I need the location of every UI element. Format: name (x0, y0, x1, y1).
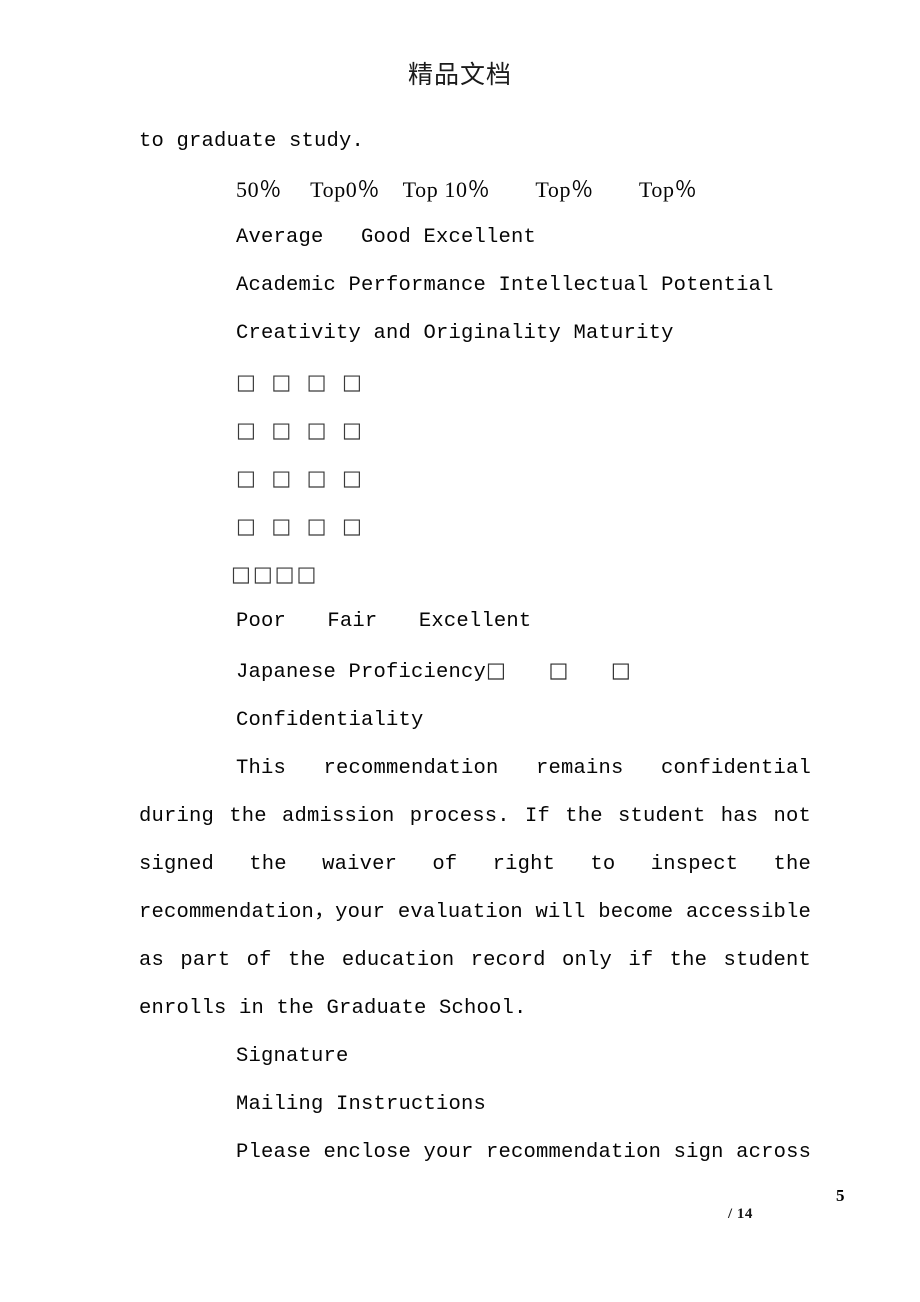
confidentiality-heading: Confidentiality (236, 709, 424, 732)
japanese-proficiency-label: Japanese Proficiency (236, 661, 487, 684)
confidentiality-paragraph: This recommendation remains confidential… (139, 757, 811, 1020)
rating-row-1[interactable]: □□□□ (139, 358, 811, 406)
criteria-line-academic: Academic Performance Intellectual Potent… (236, 274, 774, 297)
footer-page-number: 5 (836, 1186, 845, 1205)
criteria-line-creativity: Creativity and Originality Maturity (236, 322, 674, 345)
signature-heading: Signature (236, 1045, 349, 1068)
japanese-proficiency-row: Japanese Proficiency□ □ □ (139, 646, 811, 697)
rating-row-5[interactable]: □□□□ (139, 550, 811, 598)
proficiency-scale-line: Poor Fair Excellent (236, 610, 532, 633)
mailing-instructions-heading: Mailing Instructions (236, 1093, 487, 1116)
rating-row-3[interactable]: □□□□ (139, 454, 811, 502)
percentile-scale-line: 50％ Top0％ Top 10％ Top％ Top％ (236, 177, 698, 202)
watermark-header: 精品文档 (407, 60, 512, 89)
opening-line: to graduate study. (139, 130, 365, 153)
document-body: to graduate study. 50％ Top0％ Top 10％ Top… (139, 118, 811, 1177)
mailing-instructions-text: Please enclose your recommendation sign … (236, 1141, 812, 1164)
rating-row-4[interactable]: □□□□ (139, 502, 811, 550)
document-page: 精品文档 to graduate study. 50％ Top0％ Top 10… (0, 0, 920, 1302)
japanese-proficiency-checkboxes[interactable]: □ □ □ (486, 658, 631, 682)
footer-total-pages: / 14 (728, 1206, 753, 1222)
quality-scale-line: Average Good Excellent (236, 226, 537, 249)
rating-row-2[interactable]: □□□□ (139, 406, 811, 454)
